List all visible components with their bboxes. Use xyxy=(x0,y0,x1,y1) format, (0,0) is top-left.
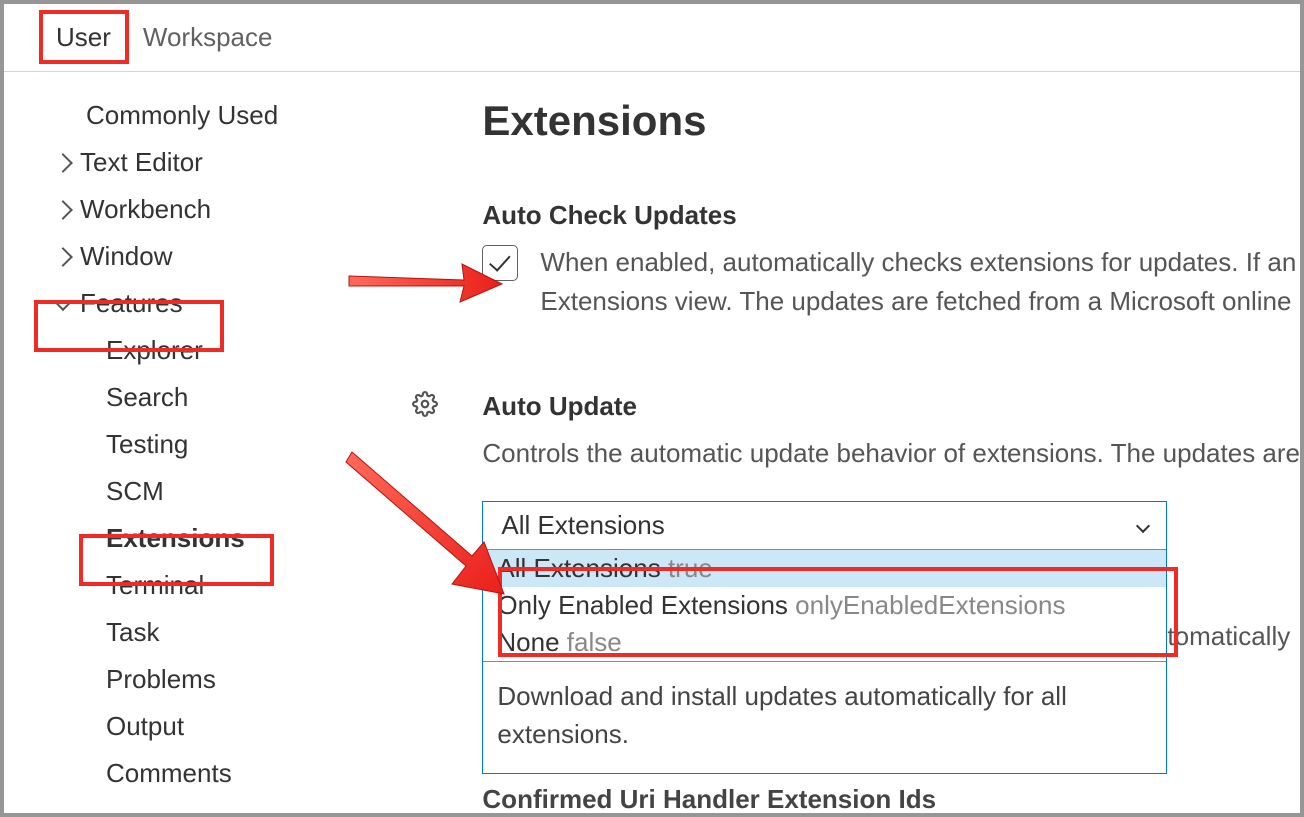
chevron-right-icon xyxy=(53,153,73,173)
tab-workspace[interactable]: Workspace xyxy=(143,22,273,53)
setting-description: Controls the automatic update behavior o… xyxy=(482,434,1300,473)
setting-auto-check-updates: Auto Check Updates When enabled, automat… xyxy=(482,200,1300,321)
sidebar-item-commonly-used[interactable]: Commonly Used xyxy=(56,92,437,139)
option-all-extensions[interactable]: All Extensions true xyxy=(483,550,1166,587)
sidebar-item-label: Workbench xyxy=(80,194,211,225)
sidebar-item-search[interactable]: Search xyxy=(56,374,437,421)
sidebar-item-workbench[interactable]: Workbench xyxy=(56,186,437,233)
setting-description: When enabled, automatically checks exten… xyxy=(540,243,1296,321)
sidebar-item-text-editor[interactable]: Text Editor xyxy=(56,139,437,186)
chevron-down-icon xyxy=(53,291,73,311)
gear-icon[interactable] xyxy=(412,391,438,417)
setting-auto-update: Auto Update Controls the automatic updat… xyxy=(482,391,1300,815)
tab-user[interactable]: User xyxy=(56,22,111,53)
sidebar-item-features[interactable]: Features xyxy=(56,280,437,327)
settings-scope-tabs: User Workspace xyxy=(4,4,1300,72)
settings-tree: Commonly Used Text Editor Workbench Wind… xyxy=(4,92,437,813)
sidebar-item-label: Window xyxy=(80,241,172,272)
option-hint: Download and install updates automatical… xyxy=(483,662,1166,773)
sidebar-item-scm[interactable]: SCM xyxy=(56,468,437,515)
select-head[interactable]: All Extensions xyxy=(483,502,1166,549)
setting-title: Auto Update xyxy=(482,391,1300,422)
sidebar-item-problems[interactable]: Problems xyxy=(56,656,437,703)
checkmark-icon xyxy=(489,249,511,271)
chevron-down-icon xyxy=(1136,518,1150,532)
select-options: All Extensions true Only Enabled Extensi… xyxy=(483,549,1166,773)
setting-title: Confirmed Uri Handler Extension Ids xyxy=(482,784,1300,815)
select-value: All Extensions xyxy=(501,510,664,541)
sidebar-item-label: Features xyxy=(80,288,183,319)
sidebar-item-label: Commonly Used xyxy=(86,100,278,131)
settings-main: Extensions Auto Check Updates When enabl… xyxy=(437,92,1300,813)
sidebar-item-extensions[interactable]: Extensions xyxy=(56,515,437,562)
chevron-right-icon xyxy=(53,200,73,220)
sidebar-item-terminal[interactable]: Terminal xyxy=(56,562,437,609)
sidebar-item-window[interactable]: Window xyxy=(56,233,437,280)
sidebar-item-label: Text Editor xyxy=(80,147,203,178)
sidebar-item-testing[interactable]: Testing xyxy=(56,421,437,468)
page-title: Extensions xyxy=(482,97,1300,145)
truncated-text: tomatically xyxy=(1167,621,1290,652)
auto-check-updates-checkbox[interactable] xyxy=(482,245,518,281)
chevron-right-icon xyxy=(53,247,73,267)
option-only-enabled-extensions[interactable]: Only Enabled Extensions onlyEnabledExten… xyxy=(483,587,1166,624)
auto-update-select[interactable]: All Extensions All Extensions true Only … xyxy=(482,501,1167,774)
sidebar-item-comments[interactable]: Comments xyxy=(56,750,437,797)
option-none[interactable]: None false xyxy=(483,624,1166,661)
sidebar-item-output[interactable]: Output xyxy=(56,703,437,750)
sidebar-item-task[interactable]: Task xyxy=(56,609,437,656)
setting-title: Auto Check Updates xyxy=(482,200,1300,231)
sidebar-item-explorer[interactable]: Explorer xyxy=(56,327,437,374)
